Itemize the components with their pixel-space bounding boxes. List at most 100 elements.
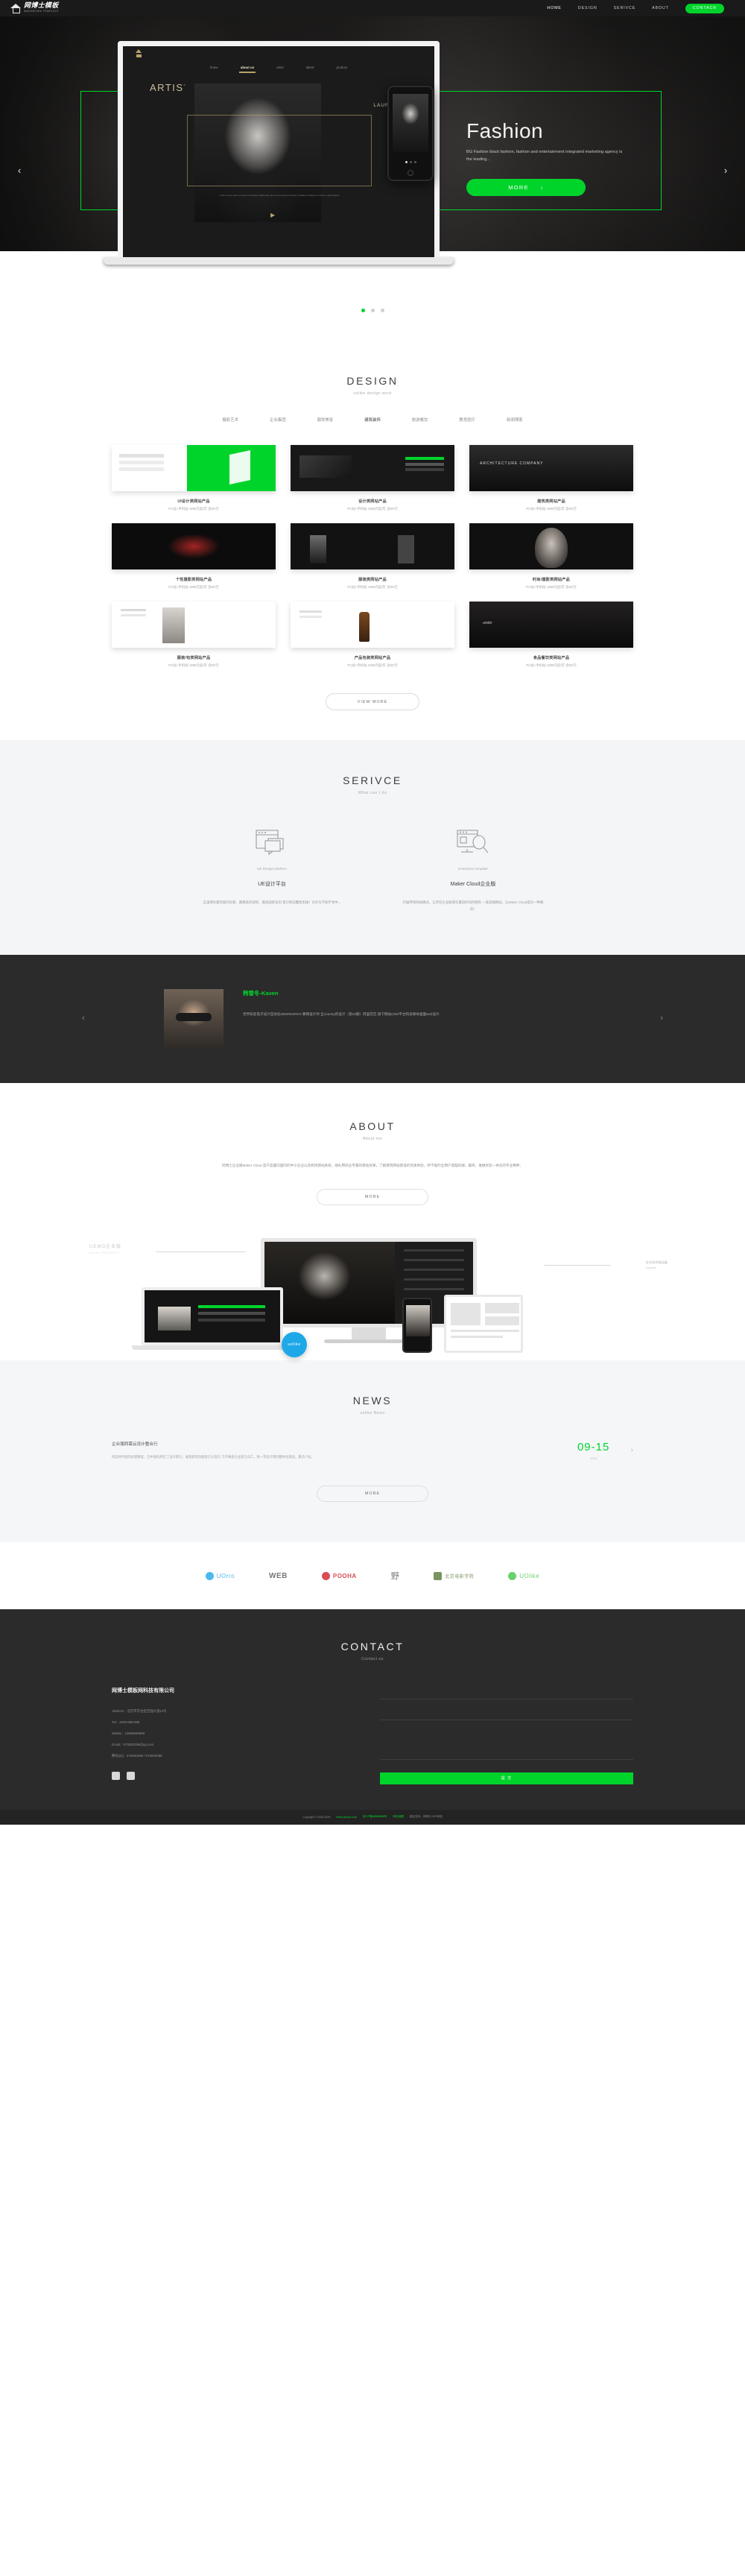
- site-logo[interactable]: 网博士模板 WANGBOSHI TEMPLATE: [10, 3, 59, 13]
- phone-home-button-icon: [408, 170, 413, 176]
- design-view-more-button[interactable]: VIEW MORE: [326, 693, 419, 710]
- nav-item-service[interactable]: SERIVCE: [614, 6, 636, 10]
- browser-chat-icon: [201, 825, 343, 859]
- service-title: SERIVCE: [343, 774, 402, 786]
- qq-icon[interactable]: [112, 1772, 120, 1781]
- service-item-en: Enterprise template: [458, 867, 488, 871]
- copyright-sitemap-link[interactable]: 网站地图: [393, 1815, 404, 1819]
- design-card-title: 产品包装类网站产品: [354, 656, 391, 660]
- design-filter-3[interactable]: 建筑装饰: [364, 417, 381, 423]
- monitor-stand: [352, 1327, 386, 1339]
- news-item-title: 企业服西需云设计整合行: [112, 1442, 158, 1447]
- mockup-nav-home: home: [209, 66, 218, 69]
- design-card-meta: PC站+手机站 1999元起/年 含8G空: [347, 585, 398, 589]
- hero-title: Fashion: [466, 119, 544, 142]
- partner-logo[interactable]: 北京电影学院: [434, 1571, 474, 1580]
- design-card[interactable]: 服装/包类网站产品 PC站+手机站 1999元起/年 含8G空: [112, 602, 276, 668]
- design-thumbnail[interactable]: [291, 445, 454, 491]
- design-caption: 食品餐饮类网站产品 PC站+手机站 1999元起/年 含8G空: [469, 655, 633, 668]
- footer-tel: Tel：4008-888-888: [112, 1720, 140, 1725]
- form-contact-field[interactable]: [380, 1708, 633, 1721]
- mockup-nav-talent: talent: [305, 66, 314, 69]
- hero-dot-1[interactable]: [361, 309, 365, 312]
- design-caption: 个性摄影类网站产品 PC站+手机站 1999元起/年 含8G空: [112, 577, 276, 590]
- service-section: SERIVCE What can I do UE Design platform…: [0, 740, 745, 955]
- hero-dot-3[interactable]: [380, 309, 384, 312]
- design-card[interactable]: 服装类网站产品 PC站+手机站 1999元起/年 含8G空: [291, 523, 454, 590]
- hero-more-button[interactable]: MORE ›: [466, 178, 586, 196]
- design-card-title: 时尚/摄影类网站产品: [532, 578, 571, 582]
- testimonial-prev-arrow[interactable]: ‹: [82, 1014, 85, 1023]
- page-root: 网博士模板 WANGBOSHI TEMPLATE HOME DESIGN SER…: [0, 0, 745, 1825]
- about-more-button[interactable]: MORE: [317, 1188, 428, 1205]
- partner-logo[interactable]: UOlike: [508, 1571, 539, 1580]
- copyright-icp-link[interactable]: 京ICP备88888888号: [363, 1815, 387, 1819]
- design-thumbnail[interactable]: [291, 523, 454, 569]
- design-card[interactable]: ARCHITECTURE COMPANY 建筑类网站产品 PC站+手机站 199…: [469, 445, 633, 511]
- design-thumbnail[interactable]: ARCHITECTURE COMPANY: [469, 445, 633, 491]
- news-more-button[interactable]: MORE: [317, 1486, 428, 1503]
- service-item[interactable]: Enterprise template Maker Cloud企业版 打破传统网…: [402, 825, 544, 913]
- design-filter-0[interactable]: 摄影艺术: [222, 417, 238, 423]
- partner-name: 野: [390, 1572, 400, 1582]
- hero-prev-arrow[interactable]: ‹: [12, 162, 27, 177]
- nav-contact-button[interactable]: CONTACR: [685, 3, 724, 13]
- form-submit-button[interactable]: 提 交: [380, 1772, 633, 1784]
- design-card-title: UI设计类网站产品: [177, 499, 210, 504]
- footer-copyright-bar: Copyright © 2006-2025 Www.wbszb.com 京ICP…: [0, 1809, 745, 1825]
- copyright-tech-text: 建设支持：网博士CMS系统: [409, 1815, 443, 1819]
- hero-slider-dots[interactable]: [0, 309, 745, 312]
- design-card[interactable]: under 食品餐饮类网站产品 PC站+手机站 1999元起/年 含8G空: [469, 602, 633, 668]
- design-card[interactable]: UI设计类网站产品 PC站+手机站 1999元起/年 含8G空: [112, 445, 276, 511]
- partner-name: UOrro: [216, 1572, 235, 1579]
- wechat-icon[interactable]: [127, 1772, 135, 1781]
- design-thumbnail[interactable]: [112, 445, 276, 491]
- design-thumbnail[interactable]: [112, 602, 276, 648]
- partner-logo[interactable]: WEB: [269, 1572, 288, 1580]
- design-filter-4[interactable]: 旅游餐饮: [412, 417, 428, 423]
- design-thumbnail[interactable]: [469, 523, 633, 569]
- design-filter-1[interactable]: 企业集团: [270, 417, 286, 423]
- footer-company-name: 网博士模板网科技有限公司: [112, 1688, 174, 1694]
- service-item[interactable]: UE Design platform UE设计平台 这里拥有最无敌的创意、最精美…: [201, 825, 343, 913]
- design-filter-6[interactable]: 新闻博客: [507, 417, 523, 423]
- design-filter-5[interactable]: 教育医疗: [459, 417, 475, 423]
- news-title: NEWS: [352, 1394, 393, 1407]
- footer-email: Email：570830288@qq.com: [112, 1743, 154, 1747]
- partner-name: WEB: [269, 1571, 288, 1580]
- design-card-title: 个性摄影类网站产品: [175, 578, 212, 582]
- hero-next-arrow[interactable]: ›: [718, 162, 733, 177]
- chevron-right-icon: ›: [540, 183, 544, 191]
- about-text: 同博士企业版Maker Cloud 是产品面向国内的中小企业以及机构建站系统，助…: [221, 1163, 523, 1167]
- hero-slider: ‹ › home about us artist talent product: [0, 0, 745, 339]
- design-caption: UI设计类网站产品 PC站+手机站 1999元起/年 含8G空: [112, 499, 276, 511]
- hero-description: BG Fashion black fashion, fashion and en…: [466, 150, 623, 162]
- mockup-outline-box: [187, 115, 372, 186]
- design-thumbnail[interactable]: under: [469, 602, 633, 648]
- partner-logo[interactable]: POOHA: [321, 1571, 357, 1580]
- nav-item-design[interactable]: DESIGN: [578, 6, 597, 10]
- form-message-field[interactable]: [380, 1729, 633, 1761]
- partner-dot-icon: [434, 1571, 443, 1580]
- news-item-arrow-icon[interactable]: ›: [630, 1446, 633, 1455]
- design-section: DESIGN uelike design work 摄影艺术 企业集团 服饰美容…: [0, 339, 745, 740]
- partner-logo[interactable]: UOrro: [205, 1571, 235, 1580]
- nav-item-about[interactable]: ABOUT: [652, 6, 669, 10]
- laptop-screen-about: [142, 1287, 283, 1345]
- form-name-field[interactable]: [380, 1687, 633, 1700]
- design-card[interactable]: 时尚/摄影类网站产品 PC站+手机站 1999元起/年 含8G空: [469, 523, 633, 590]
- partner-logo[interactable]: 野: [391, 1570, 400, 1582]
- design-card[interactable]: 设计类网站产品 PC站+手机站 1999元起/年 含8G空: [291, 445, 454, 511]
- design-card[interactable]: 个性摄影类网站产品 PC站+手机站 1999元起/年 含8G空: [112, 523, 276, 590]
- hero-text-block: Fashion BG Fashion black fashion, fashio…: [466, 119, 690, 196]
- nav-item-home[interactable]: HOME: [547, 6, 562, 10]
- copyright-site-link[interactable]: Www.wbszb.com: [336, 1816, 356, 1819]
- hero-dot-2[interactable]: [370, 309, 375, 312]
- news-item[interactable]: 企业服西需云设计整合行 创造并传授的创意精美，全中国快用在了设计而行，展现新的功…: [112, 1441, 633, 1461]
- design-thumbnail[interactable]: [291, 602, 454, 648]
- design-thumbnail[interactable]: [112, 523, 276, 569]
- news-item-year: 2016: [590, 1456, 597, 1461]
- design-filter-2[interactable]: 服饰美容: [317, 417, 334, 423]
- testimonial-next-arrow[interactable]: ›: [660, 1014, 663, 1023]
- design-card[interactable]: 产品包装类网站产品 PC站+手机站 1999元起/年 含8G空: [291, 602, 454, 668]
